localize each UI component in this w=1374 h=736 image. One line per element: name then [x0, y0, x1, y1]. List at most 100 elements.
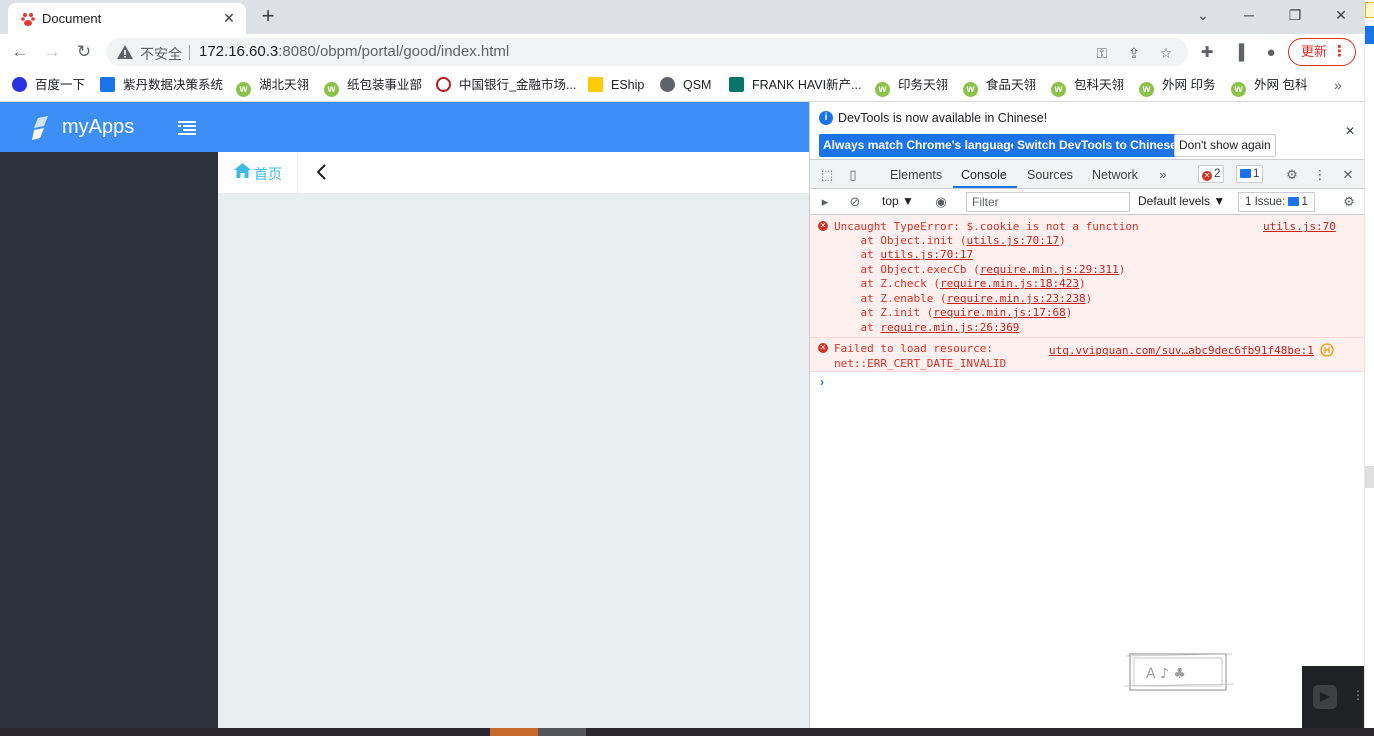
notification-tab[interactable]	[1365, 2, 1374, 18]
forward-button[interactable]: →	[38, 40, 66, 64]
bookmarks-overflow-icon[interactable]: »	[1334, 77, 1342, 93]
bookmark-label: EShip	[611, 78, 645, 92]
new-tab-button[interactable]: +	[256, 4, 280, 28]
stack-frame-link[interactable]: require.min.js:23:238	[947, 292, 1086, 305]
restore-button[interactable]: ❐	[1272, 2, 1318, 28]
bookmark-item[interactable]: w 食品天翎	[963, 76, 1036, 97]
bookmark-item[interactable]: 百度一下	[12, 76, 85, 94]
inspect-element-icon[interactable]: ⬚	[818, 166, 836, 184]
chrome-menu-icon[interactable]: ⋮	[1332, 39, 1347, 64]
bookmark-item[interactable]: w 纸包装事业部	[324, 76, 422, 97]
console-settings-icon[interactable]: ⚙	[1340, 193, 1358, 211]
bookmark-item[interactable]: w 印务天翎	[875, 76, 948, 97]
settings-gear-icon[interactable]: ⚙	[1283, 166, 1301, 184]
bookmark-label: 百度一下	[35, 78, 86, 92]
clear-console-icon[interactable]: ⊘	[846, 193, 864, 211]
match-language-button[interactable]: Always match Chrome's language	[819, 134, 1022, 157]
error-source-link[interactable]: utils.js:70	[1263, 220, 1336, 233]
more-tabs-icon[interactable]: »	[1154, 166, 1172, 184]
stack-frame-link[interactable]: require.min.js:17:68	[933, 306, 1065, 319]
devtools-tabbar: ⬚ ▯ Elements Console Sources Network » ✕…	[810, 160, 1365, 189]
dhl-icon	[588, 77, 603, 92]
console-error-message[interactable]: ✕ Uncaught TypeError: $.cookie is not a …	[810, 215, 1365, 338]
issues-counter[interactable]: 1 Issue: 1	[1238, 192, 1315, 212]
bookmark-item[interactable]: w 湖北天翎	[236, 76, 309, 97]
context-selector[interactable]: top ▼	[882, 194, 914, 208]
issues-count: 1	[1301, 196, 1308, 208]
close-window-button[interactable]: ✕	[1318, 2, 1364, 28]
back-button[interactable]: ←	[6, 40, 34, 64]
media-icon[interactable]	[1312, 684, 1338, 710]
stack-frame: at Z.init (require.min.js:17:68)	[834, 306, 1073, 319]
minimize-button[interactable]: ─	[1226, 2, 1272, 28]
tab-network[interactable]: Network	[1092, 168, 1138, 182]
error-source-link[interactable]: utq.vvipquan.com/suv…abc9dec6fb91f48be:1	[1049, 344, 1314, 357]
stack-frame-link[interactable]: utils.js:70:17	[966, 234, 1059, 247]
brand-name[interactable]: myApps	[62, 116, 134, 139]
console-prompt-icon[interactable]: ›	[820, 375, 824, 389]
switch-to-chinese-button[interactable]: Switch DevTools to Chinese	[1013, 134, 1181, 157]
network-request-icon[interactable]	[1320, 343, 1334, 357]
tab-console[interactable]: Console	[961, 168, 1007, 182]
error-count: 2	[1214, 168, 1221, 180]
error-text-detail: net::ERR_CERT_DATE_INVALID	[834, 357, 1007, 370]
infobar-close-icon[interactable]: ✕	[1345, 124, 1355, 138]
tab-title: Document	[42, 11, 102, 26]
chevron-left-icon[interactable]	[314, 163, 330, 181]
baidu-favicon-icon	[21, 13, 35, 26]
url-text[interactable]: 172.16.60.3:8080/obpm/portal/good/index.…	[199, 43, 509, 60]
tab-elements[interactable]: Elements	[890, 168, 942, 182]
scroll-handle[interactable]	[1365, 466, 1374, 488]
bookmark-item[interactable]: w 外网 包科	[1231, 76, 1307, 97]
profile-avatar-icon[interactable]: ●	[1260, 42, 1282, 64]
close-devtools-icon[interactable]: ✕	[1339, 166, 1357, 184]
share-icon[interactable]: ⇪	[1124, 43, 1144, 63]
error-count-badge[interactable]: ✕ 2	[1198, 165, 1225, 183]
bookmark-label: 紫丹数据决策系统	[123, 78, 224, 92]
key-icon[interactable]: ⚿	[1092, 43, 1112, 63]
log-levels-dropdown[interactable]: Default levels ▼	[1138, 194, 1225, 208]
warning-icon[interactable]	[116, 43, 134, 61]
dont-show-again-button[interactable]: Don't show again	[1174, 134, 1276, 157]
show-sidebar-icon[interactable]: ▸	[816, 193, 834, 211]
stack-frame-link[interactable]: require.min.js:26:369	[880, 321, 1019, 334]
stack-frame-link[interactable]: utils.js:70:17	[880, 248, 973, 261]
console-error-message[interactable]: ✕ Failed to load resource: net::ERR_CERT…	[810, 338, 1365, 372]
tab-home[interactable]: 首页	[218, 152, 298, 193]
bookmark-item[interactable]: 紫丹数据决策系统	[100, 76, 223, 94]
browser-tab[interactable]: Document ✕	[8, 3, 246, 34]
live-expression-eye-icon[interactable]: ◉	[932, 193, 950, 211]
kebab-menu-icon[interactable]: ⋮	[1311, 166, 1329, 184]
menu-toggle-icon[interactable]	[178, 121, 196, 135]
side-tab[interactable]	[1365, 26, 1374, 44]
home-icon	[234, 163, 251, 178]
tab-search-icon[interactable]: ⌄	[1180, 2, 1226, 28]
bookmark-item[interactable]: w 包科天翎	[1051, 76, 1124, 97]
device-toolbar-icon[interactable]: ▯	[844, 166, 862, 184]
console-filter-input[interactable]: Filter	[966, 192, 1130, 212]
bookmark-item[interactable]: 中国银行_金融市场...	[436, 76, 576, 94]
url-host: 172.16.60.3	[199, 43, 279, 60]
widget-menu-icon[interactable]: ⋮	[1352, 688, 1364, 702]
taskbar-app[interactable]	[538, 728, 586, 736]
bookmark-item[interactable]: QSM	[660, 76, 711, 94]
update-button[interactable]: 更新 ⋮	[1288, 38, 1356, 66]
bookmark-item[interactable]: EShip	[588, 76, 644, 94]
not-secure-label[interactable]: 不安全	[140, 44, 182, 64]
console-toolbar: ▸ ⊘ top ▼ ◉ Filter Default levels ▼ 1 Is…	[810, 189, 1365, 215]
taskbar-app-highlight[interactable]	[490, 728, 538, 736]
message-count-badge[interactable]: 1	[1236, 165, 1264, 183]
floating-media-widget[interactable]: ⋮	[1302, 666, 1364, 728]
bookmark-item[interactable]: w 外网 印务	[1139, 76, 1215, 97]
side-panel-icon[interactable]: ▐	[1228, 42, 1250, 64]
tab-sources[interactable]: Sources	[1027, 168, 1073, 182]
stack-frame-link[interactable]: require.min.js:29:311	[980, 263, 1119, 276]
address-bar[interactable]: 不安全 172.16.60.3:8080/obpm/portal/good/in…	[106, 38, 1188, 66]
tab-close-icon[interactable]: ✕	[220, 9, 238, 27]
bookmark-item[interactable]: FRANK HAVI新产...	[729, 76, 862, 94]
extensions-icon[interactable]: ✚	[1196, 42, 1218, 64]
bookmark-label: 中国银行_金融市场...	[459, 78, 577, 92]
stack-frame-link[interactable]: require.min.js:18:423	[940, 277, 1079, 290]
reload-button[interactable]: ↻	[70, 40, 98, 64]
bookmark-star-icon[interactable]: ☆	[1156, 43, 1176, 63]
